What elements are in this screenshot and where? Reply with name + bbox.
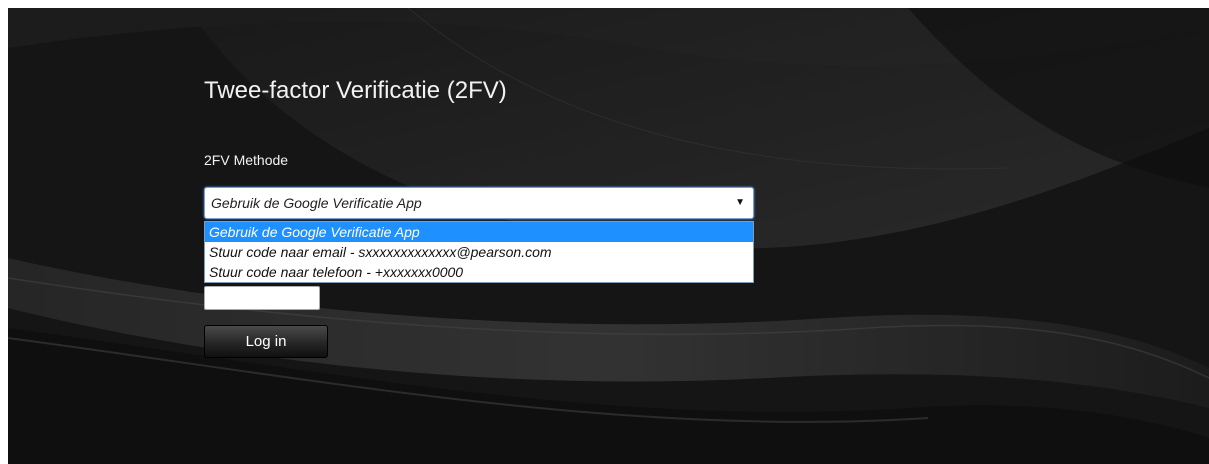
login-content: Twee-factor Verificatie (2FV) 2FV Method… [8,8,1209,464]
dropdown-arrow-icon: ▼ [735,197,745,208]
method-option-phone[interactable]: Stuur code naar telefoon - +xxxxxxx0000 [205,262,753,282]
page-title: Twee-factor Verificatie (2FV) [204,77,507,104]
login-button[interactable]: Log in [204,325,328,358]
method-option-google-app[interactable]: Gebruik de Google Verificatie App [205,222,753,242]
verification-code-input[interactable] [204,286,320,310]
page-background: Twee-factor Verificatie (2FV) 2FV Method… [8,8,1209,464]
method-select[interactable]: Gebruik de Google Verificatie App ▼ [204,187,754,219]
method-select-value: Gebruik de Google Verificatie App [211,195,422,211]
method-dropdown-list: Gebruik de Google Verificatie App Stuur … [204,221,754,283]
method-label: 2FV Methode [204,152,289,168]
method-option-email[interactable]: Stuur code naar email - sxxxxxxxxxxxxx@p… [205,242,753,262]
